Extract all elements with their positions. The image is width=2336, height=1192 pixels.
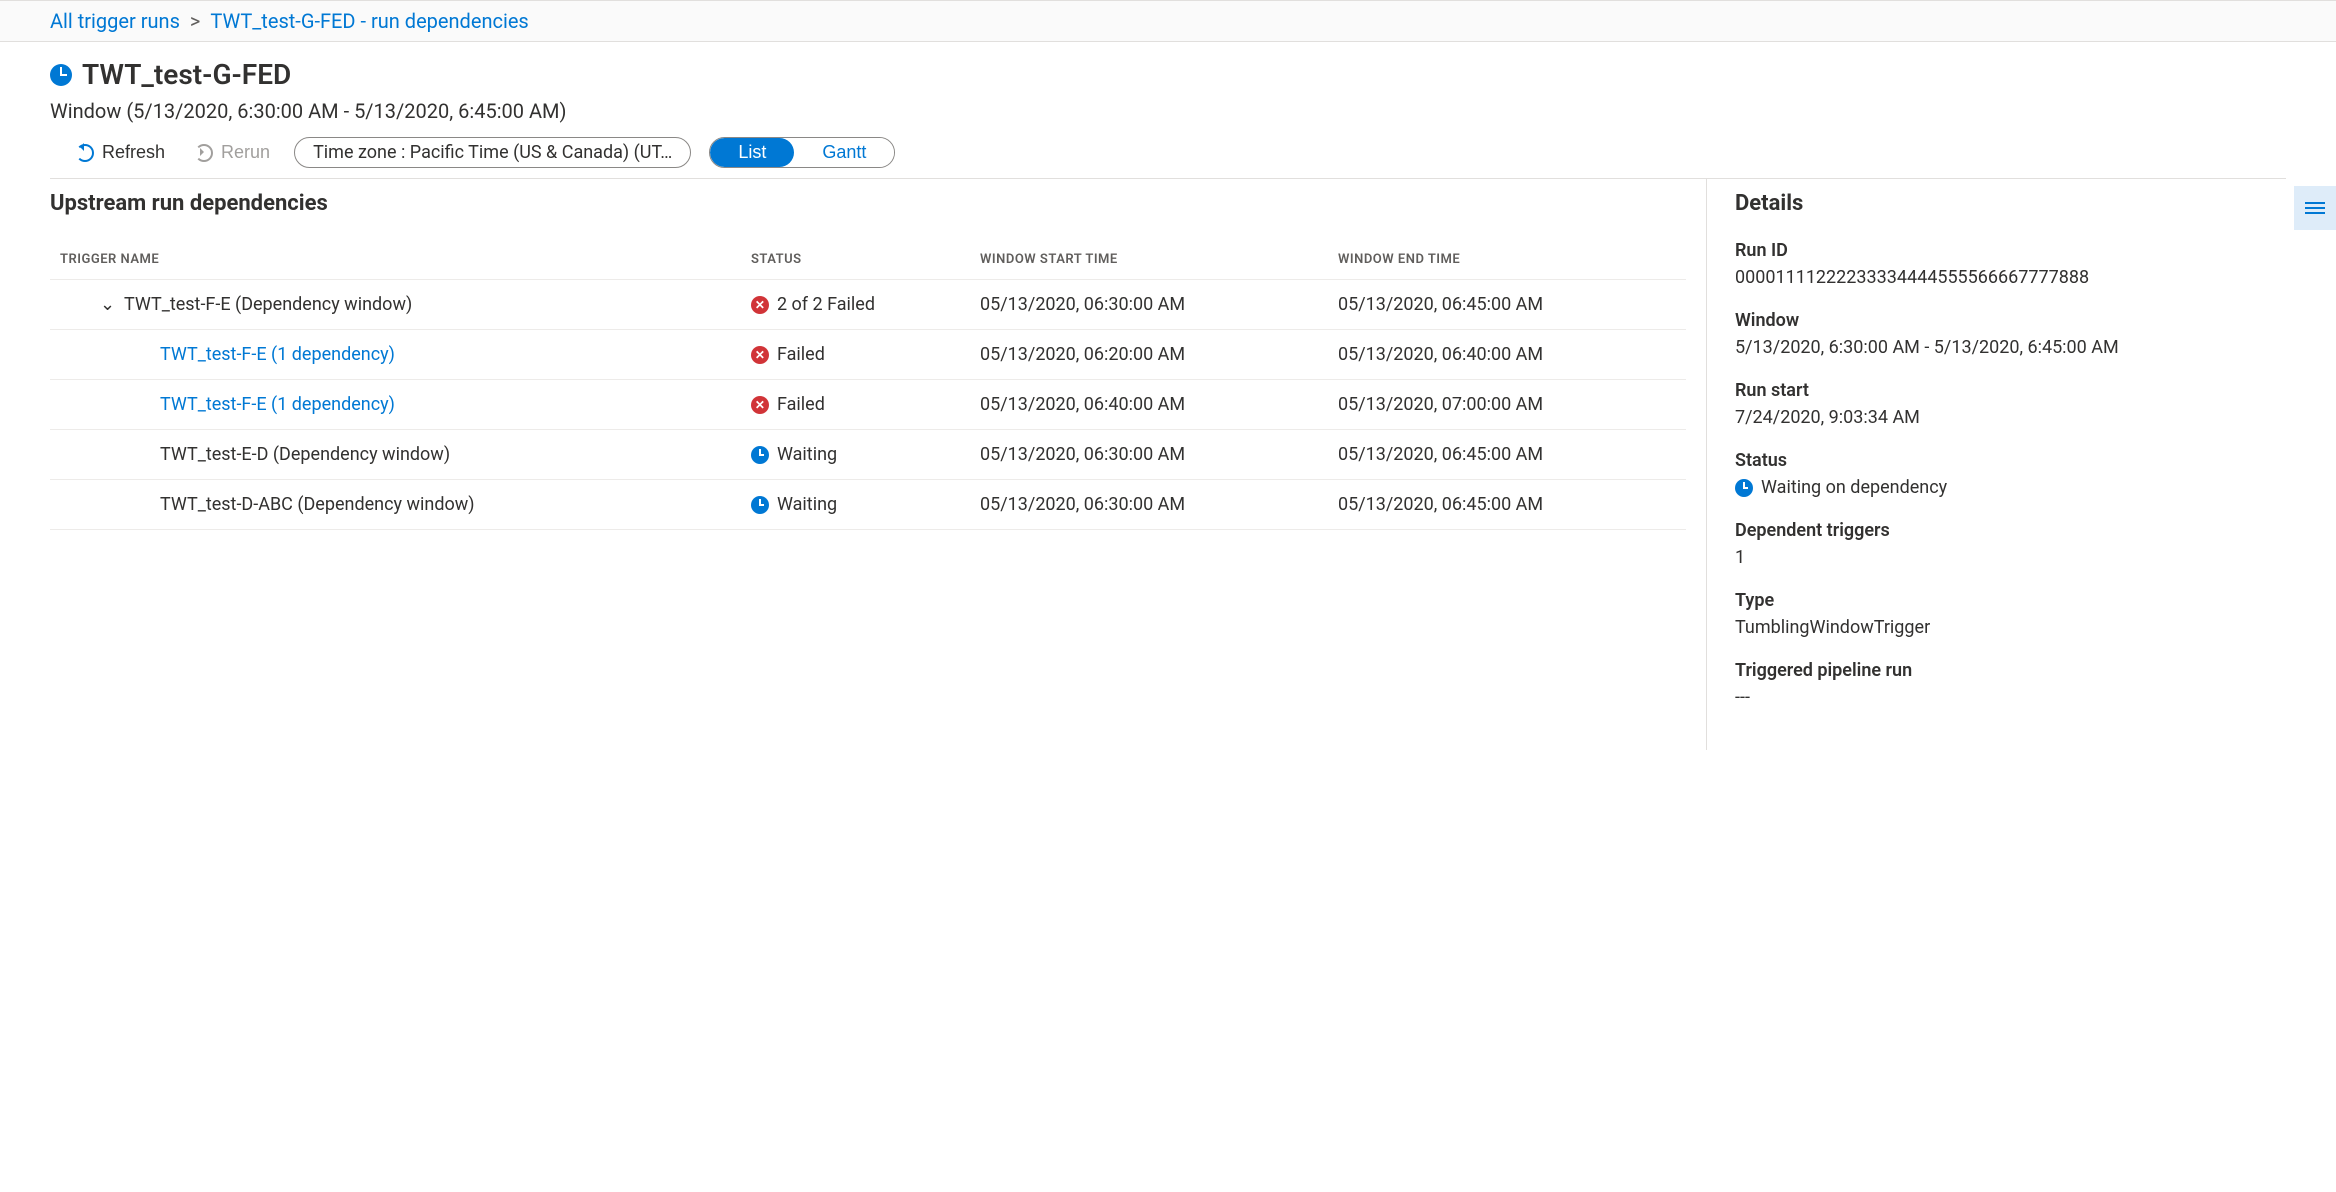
trigger-name[interactable]: TWT_test-F-E (1 dependency): [160, 344, 395, 365]
run-id-value: 00001111222233334444555566667777888: [1735, 267, 2286, 288]
run-id-label: Run ID: [1735, 240, 2286, 261]
chevron-down-icon[interactable]: ⌄: [100, 294, 114, 315]
breadcrumb-root[interactable]: All trigger runs: [50, 9, 180, 33]
table-row[interactable]: ⌄ TWT_test-F-E (Dependency window) ✕ 2 of 2…: [50, 280, 1686, 330]
error-icon: ✕: [751, 396, 769, 414]
error-icon: ✕: [751, 296, 769, 314]
table-row[interactable]: TWT_test-E-D (Dependency window) Waiting 0…: [50, 430, 1686, 480]
details-panel: Details Run ID 0000111122223333444455556…: [1706, 179, 2286, 750]
window-start: 05/13/2020, 06:40:00 AM: [970, 380, 1328, 430]
window-range-text: Window (5/13/2020, 6:30:00 AM - 5/13/202…: [50, 99, 2286, 123]
error-icon: ✕: [751, 346, 769, 364]
clock-icon: [751, 446, 769, 464]
dependent-triggers-value: 1: [1735, 547, 2286, 568]
table-row[interactable]: TWT_test-F-E (1 dependency) ✕ Failed 05/13/…: [50, 330, 1686, 380]
type-label: Type: [1735, 590, 2286, 611]
window-start: 05/13/2020, 06:30:00 AM: [970, 430, 1328, 480]
status-text: Waiting: [777, 494, 837, 515]
rerun-button[interactable]: Rerun: [189, 138, 276, 167]
dependent-triggers-label: Dependent triggers: [1735, 520, 2286, 541]
table-row[interactable]: TWT_test-F-E (1 dependency) ✕ Failed 05/13/…: [50, 380, 1686, 430]
window-label: Window: [1735, 310, 2286, 331]
trigger-name: TWT_test-D-ABC (Dependency window): [160, 494, 475, 515]
window-end: 05/13/2020, 06:45:00 AM: [1328, 280, 1686, 330]
trigger-name[interactable]: TWT_test-F-E (1 dependency): [160, 394, 395, 415]
breadcrumb-current[interactable]: TWT_test-G-FED - run dependencies: [210, 9, 528, 33]
col-window-end[interactable]: WINDOW END TIME: [1328, 240, 1686, 280]
upstream-section-title: Upstream run dependencies: [50, 191, 1686, 216]
status-text: Failed: [777, 394, 825, 415]
table-row[interactable]: TWT_test-D-ABC (Dependency window) Waitin…: [50, 480, 1686, 530]
window-end: 05/13/2020, 06:40:00 AM: [1328, 330, 1686, 380]
run-start-value: 7/24/2020, 9:03:34 AM: [1735, 407, 2286, 428]
status-label: Status: [1735, 450, 2286, 471]
refresh-icon: [76, 144, 94, 162]
timezone-selector[interactable]: Time zone : Pacific Time (US & Canada) (…: [294, 137, 691, 168]
run-start-label: Run start: [1735, 380, 2286, 401]
col-status[interactable]: STATUS: [741, 240, 970, 280]
triggered-pipeline-label: Triggered pipeline run: [1735, 660, 2286, 681]
clock-icon: [1735, 479, 1753, 497]
trigger-name: TWT_test-F-E (Dependency window): [124, 294, 412, 315]
view-list-button[interactable]: List: [710, 138, 794, 167]
window-value: 5/13/2020, 6:30:00 AM - 5/13/2020, 6:45:…: [1735, 337, 2286, 358]
window-end: 05/13/2020, 06:45:00 AM: [1328, 480, 1686, 530]
refresh-label: Refresh: [102, 142, 165, 163]
type-value: TumblingWindowTrigger: [1735, 617, 2286, 638]
window-start: 05/13/2020, 06:30:00 AM: [970, 280, 1328, 330]
status-value: Waiting on dependency: [1761, 477, 1947, 498]
refresh-button[interactable]: Refresh: [70, 138, 171, 167]
view-gantt-button[interactable]: Gantt: [794, 138, 894, 167]
window-end: 05/13/2020, 07:00:00 AM: [1328, 380, 1686, 430]
window-start: 05/13/2020, 06:30:00 AM: [970, 480, 1328, 530]
clock-icon: [751, 496, 769, 514]
page-title-row: TWT_test-G-FED: [50, 58, 2286, 91]
page-title: TWT_test-G-FED: [82, 58, 291, 91]
breadcrumb-separator: >: [190, 9, 200, 33]
details-title: Details: [1735, 191, 2286, 216]
dependencies-table: TRIGGER NAME STATUS WINDOW START TIME WI…: [50, 240, 1686, 530]
triggered-pipeline-value: ---: [1735, 687, 2286, 708]
settings-button[interactable]: [2294, 186, 2336, 230]
rerun-label: Rerun: [221, 142, 270, 163]
col-window-start[interactable]: WINDOW START TIME: [970, 240, 1328, 280]
sliders-icon: [2305, 200, 2325, 216]
toolbar: Refresh Rerun Time zone : Pacific Time (…: [50, 137, 2286, 179]
rerun-icon: [195, 144, 213, 162]
col-trigger-name[interactable]: TRIGGER NAME: [50, 240, 741, 280]
trigger-name: TWT_test-E-D (Dependency window): [160, 444, 450, 465]
clock-icon: [50, 64, 72, 86]
status-text: Waiting: [777, 444, 837, 465]
window-end: 05/13/2020, 06:45:00 AM: [1328, 430, 1686, 480]
breadcrumb: All trigger runs > TWT_test-G-FED - run …: [0, 1, 2336, 41]
status-text: 2 of 2 Failed: [777, 294, 875, 315]
status-text: Failed: [777, 344, 825, 365]
window-start: 05/13/2020, 06:20:00 AM: [970, 330, 1328, 380]
view-toggle: List Gantt: [709, 137, 895, 168]
